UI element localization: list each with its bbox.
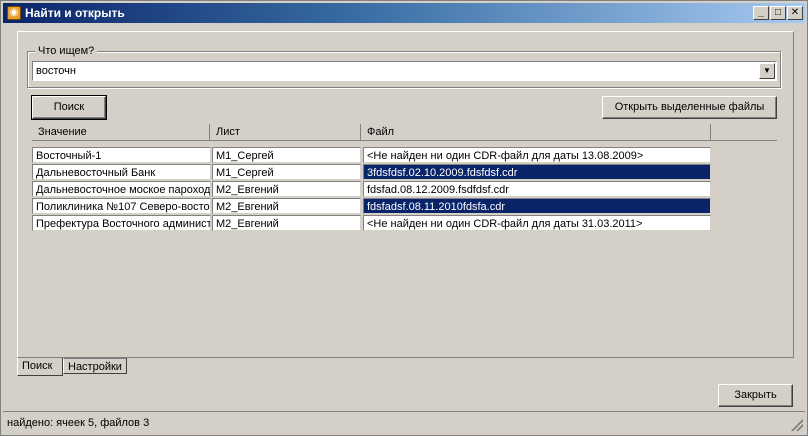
cell-sheet[interactable]: М1_Сергей	[212, 147, 361, 163]
window-title: Найти и открыть	[25, 6, 125, 20]
tab-search[interactable]: Поиск	[17, 358, 63, 376]
close-button[interactable]: Закрыть	[718, 384, 793, 407]
column-header-value[interactable]: Значение	[32, 124, 210, 140]
cell-value[interactable]: Дальневосточный Банк	[32, 164, 211, 180]
open-selected-files-button[interactable]: Открыть выделенные файлы	[602, 96, 777, 119]
cell-value[interactable]: Префектура Восточного админист	[32, 215, 211, 231]
minimize-button[interactable]: _	[753, 6, 769, 20]
maximize-button[interactable]: □	[770, 6, 786, 20]
cell-file[interactable]: 3fdsfdsf.02.10.2009.fdsfdsf.cdr	[363, 164, 711, 180]
search-button[interactable]: Поиск	[31, 95, 107, 120]
search-combobox[interactable]: восточн ▼	[32, 61, 777, 81]
app-icon: ◉	[7, 6, 21, 20]
table-row[interactable]: Префектура Восточного админист М2_Евгений…	[32, 215, 712, 232]
tab-settings[interactable]: Настройки	[63, 358, 127, 374]
column-header-sheet[interactable]: Лист	[210, 124, 361, 140]
table-row[interactable]: Дальневосточное моское пароход М2_Евгений…	[32, 181, 712, 198]
cell-sheet[interactable]: М2_Евгений	[212, 215, 361, 231]
cell-value[interactable]: Восточный-1	[32, 147, 211, 163]
cell-sheet[interactable]: М2_Евгений	[212, 198, 361, 214]
search-input[interactable]: восточн	[36, 65, 76, 77]
find-open-window: ◉ Найти и открыть _ □ ✕ Что ищем? восточ…	[0, 0, 808, 436]
cell-file[interactable]: <Не найден ни один CDR-файл для даты 13.…	[363, 147, 711, 163]
search-group-legend: Что ищем?	[35, 45, 98, 57]
close-window-button[interactable]: ✕	[787, 6, 803, 20]
status-bar: найдено: ячеек 5, файлов 3	[3, 411, 805, 433]
resize-grip-icon[interactable]	[791, 419, 803, 431]
cell-file[interactable]: fdsfadsf.08.11.2010fdsfa.cdr	[363, 198, 711, 214]
title-bar[interactable]: ◉ Найти и открыть _ □ ✕	[3, 3, 805, 23]
chevron-down-icon[interactable]: ▼	[759, 63, 775, 79]
table-row[interactable]: Дальневосточный Банк М1_Сергей 3fdsfdsf.02…	[32, 164, 712, 181]
cell-value[interactable]: Дальневосточное моское пароход	[32, 181, 211, 197]
results-table-header: Значение Лист Файл	[32, 124, 777, 141]
cell-sheet[interactable]: М2_Евгений	[212, 181, 361, 197]
cell-file[interactable]: fdsfad.08.12.2009.fsdfdsf.cdr	[363, 181, 711, 197]
column-header-file[interactable]: Файл	[361, 124, 711, 140]
cell-file[interactable]: <Не найден ни один CDR-файл для даты 31.…	[363, 215, 711, 231]
status-text: найдено: ячеек 5, файлов 3	[7, 417, 150, 429]
table-row[interactable]: Восточный-1 М1_Сергей <Не найден ни один C…	[32, 147, 712, 164]
cell-value[interactable]: Поликлиника №107 Северо-восто	[32, 198, 211, 214]
cell-sheet[interactable]: М1_Сергей	[212, 164, 361, 180]
table-row[interactable]: Поликлиника №107 Северо-восто М2_Евгений f…	[32, 198, 712, 215]
